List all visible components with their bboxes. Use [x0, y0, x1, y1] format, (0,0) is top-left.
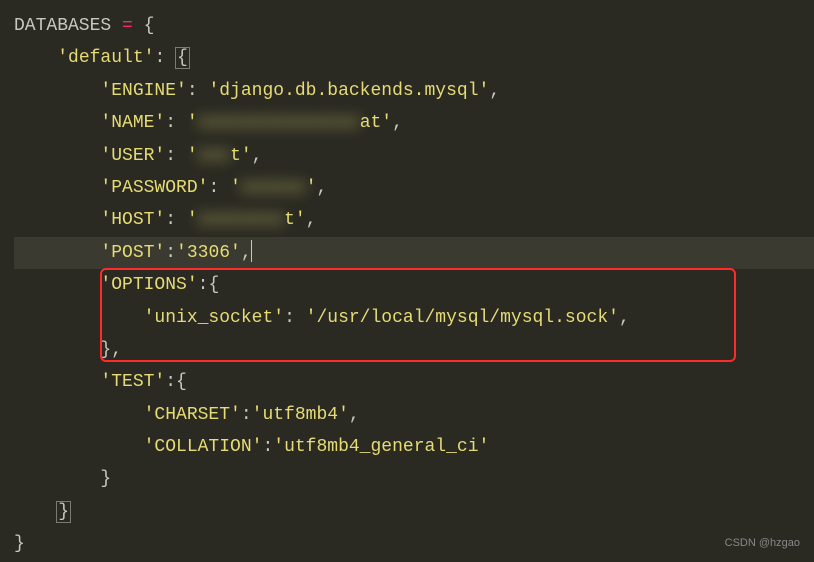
redacted-text: xxx	[198, 146, 230, 166]
dict-key: 'default'	[57, 48, 154, 68]
dict-key: 'TEST'	[100, 372, 165, 392]
dict-key: 'NAME'	[100, 113, 165, 133]
dict-key: 'HOST'	[100, 210, 165, 230]
code-line: 'unix_socket': '/usr/local/mysql/mysql.s…	[14, 302, 814, 334]
watermark-text: CSDN @hzgao	[725, 534, 800, 554]
code-line: 'OPTIONS':{	[14, 269, 814, 301]
code-line: 'USER': 'xxxt',	[14, 140, 814, 172]
dict-key: 'USER'	[100, 146, 165, 166]
colon: :	[154, 48, 176, 68]
code-block: DATABASES = { 'default': { 'ENGINE': 'dj…	[14, 10, 814, 561]
string-value: '3306'	[176, 243, 241, 263]
dict-key: 'ENGINE'	[100, 81, 186, 101]
matched-brace: {	[175, 47, 190, 69]
string-value: 'utf8mb4'	[252, 405, 349, 425]
dict-key: 'unix_socket'	[144, 308, 284, 328]
code-line: 'COLLATION':'utf8mb4_general_ci'	[14, 431, 814, 463]
brace-open: {	[144, 16, 155, 36]
code-line: }	[14, 496, 814, 528]
dict-key: 'POST'	[100, 243, 165, 263]
dict-key: 'PASSWORD'	[100, 178, 208, 198]
code-line: },	[14, 334, 814, 366]
redacted-text: xxxxxx	[241, 178, 306, 198]
string-value: 'django.db.backends.mysql'	[208, 81, 489, 101]
text-cursor	[251, 240, 253, 262]
code-line: 'CHARSET':'utf8mb4',	[14, 399, 814, 431]
dict-key: 'OPTIONS'	[100, 275, 197, 295]
code-line: 'PASSWORD': 'xxxxxx',	[14, 172, 814, 204]
code-line: DATABASES = {	[14, 10, 814, 42]
redacted-text: xxxxxxxxxxxxxxx	[198, 113, 360, 133]
variable-name: DATABASES	[14, 16, 111, 36]
dict-key: 'CHARSET'	[144, 405, 241, 425]
code-line: 'NAME': 'xxxxxxxxxxxxxxxat',	[14, 107, 814, 139]
code-line: 'ENGINE': 'django.db.backends.mysql',	[14, 75, 814, 107]
matched-brace: }	[56, 501, 71, 523]
code-line: }	[14, 463, 814, 495]
string-value: '/usr/local/mysql/mysql.sock'	[306, 308, 619, 328]
dict-key: 'COLLATION'	[144, 437, 263, 457]
equals-op: =	[111, 16, 143, 36]
code-line-active: 'POST':'3306',	[14, 237, 814, 269]
code-line: 'default': {	[14, 42, 814, 74]
code-line: 'TEST':{	[14, 366, 814, 398]
redacted-text: xxxxxxxx	[198, 210, 284, 230]
code-line: 'HOST': 'xxxxxxxxt',	[14, 204, 814, 236]
string-value: 'utf8mb4_general_ci'	[273, 437, 489, 457]
code-line: }	[14, 528, 814, 560]
